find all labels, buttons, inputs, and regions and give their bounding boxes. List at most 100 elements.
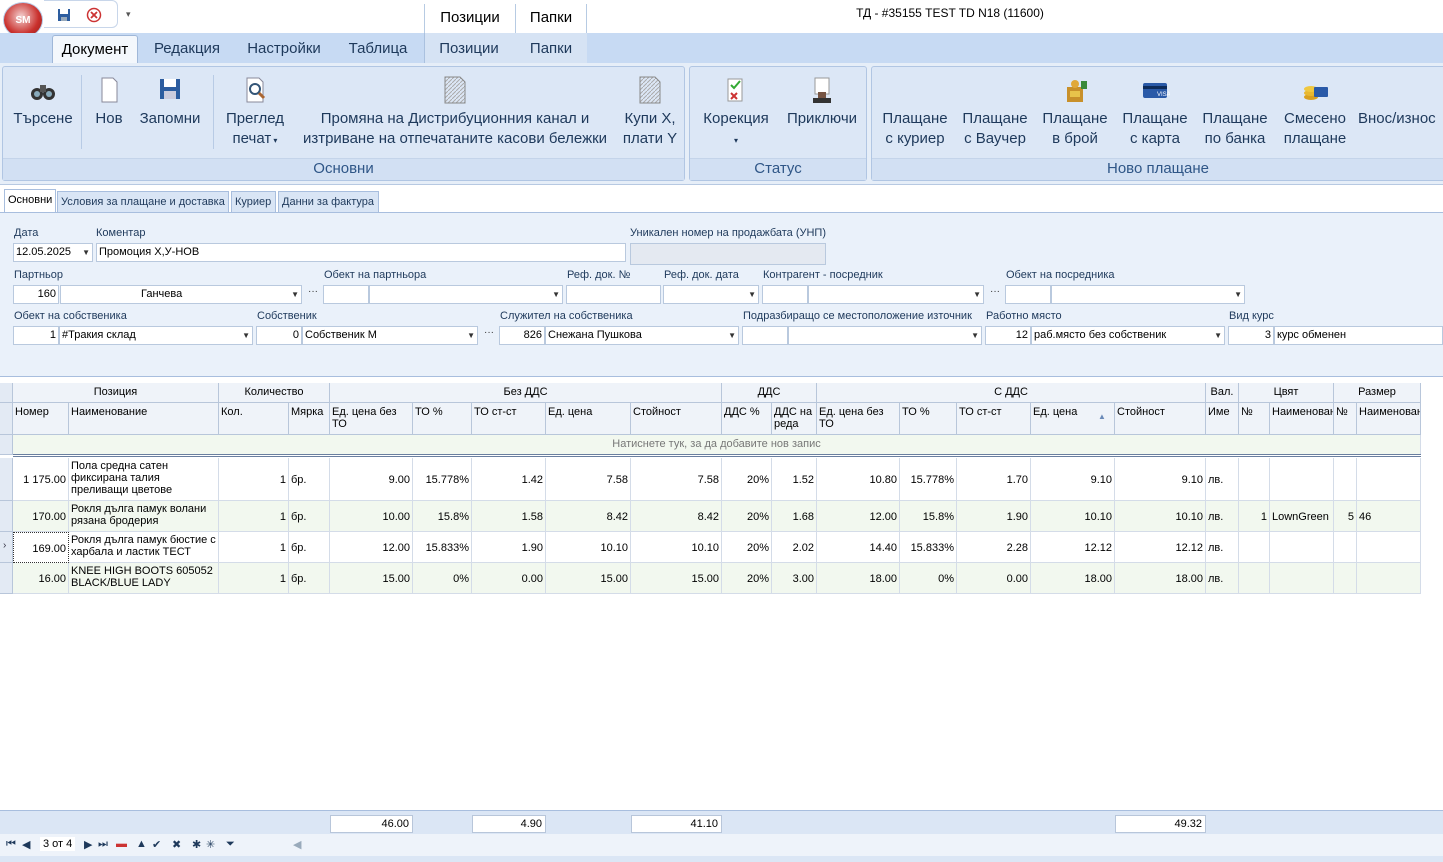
save-button[interactable]: Запомни — [135, 75, 205, 129]
cell-tocost2[interactable]: 1.70 — [957, 458, 1031, 501]
source-location-field[interactable]: ▼ — [788, 326, 982, 345]
cell-unitprice1[interactable]: 10.10 — [546, 532, 631, 563]
tab-folders[interactable]: Папки — [516, 35, 586, 63]
first-record-icon[interactable]: ⏮ — [6, 838, 16, 851]
cell-dds_pct[interactable]: 20% — [722, 501, 772, 532]
tab-positions[interactable]: Позиции — [426, 35, 512, 63]
cell-kol[interactable]: 1 — [219, 458, 289, 501]
cell-to2[interactable]: 15.8% — [900, 501, 957, 532]
source-location-code-field[interactable] — [742, 326, 788, 345]
cell-sname[interactable] — [1357, 458, 1421, 501]
cell-kol[interactable]: 1 — [219, 501, 289, 532]
cell-dds_unit[interactable]: 3.00 — [772, 563, 817, 594]
dropdown-arrow-icon[interactable]: ▼ — [748, 286, 756, 303]
partner-ellipsis-button[interactable]: ··· — [302, 285, 320, 304]
cell-price_nodisc[interactable]: 12.00 — [330, 532, 413, 563]
column-header-unitprice1[interactable]: Ед. цена — [546, 403, 631, 435]
pay-bank-button[interactable]: Плащане по банка — [1198, 75, 1272, 149]
cell-cnum[interactable] — [1239, 458, 1270, 501]
tab-settings[interactable]: Настройки — [238, 35, 330, 63]
column-header-unit[interactable]: Мярка — [289, 403, 330, 435]
cell-num[interactable]: 1 175.00 — [13, 458, 69, 501]
scroll-left-icon[interactable]: ◀ — [293, 838, 301, 851]
cell-sname[interactable] — [1357, 563, 1421, 594]
column-header-to2[interactable]: ТО % — [900, 403, 957, 435]
cell-snum[interactable] — [1334, 563, 1357, 594]
cell-unit[interactable]: бр. — [289, 458, 330, 501]
next-record-icon[interactable]: ▶ — [84, 838, 92, 851]
dropdown-arrow-icon[interactable]: ▼ — [82, 244, 90, 261]
cell-value1[interactable]: 8.42 — [631, 501, 722, 532]
cell-dds_pct[interactable]: 20% — [722, 532, 772, 563]
cell-sname[interactable]: 46 — [1357, 501, 1421, 532]
customize-qat-icon[interactable]: ▾ — [126, 9, 131, 20]
owner-object-field[interactable]: #Тракия склад ▼ — [59, 326, 253, 345]
cell-cur[interactable]: лв. — [1206, 563, 1239, 594]
subtab-payment-delivery[interactable]: Условия за плащане и доставка — [57, 191, 229, 213]
cell-tocost2[interactable]: 1.90 — [957, 501, 1031, 532]
cell-unit[interactable]: бр. — [289, 501, 330, 532]
cell-price_nodisc2[interactable]: 12.00 — [817, 501, 900, 532]
cell-num[interactable]: 169.00 — [13, 532, 69, 563]
dropdown-arrow-icon[interactable]: ▼ — [1234, 286, 1242, 303]
comment-field[interactable]: Промоция Х,У-НОВ — [96, 243, 626, 262]
pay-voucher-button[interactable]: Плащане с Ваучер — [958, 75, 1032, 149]
change-channel-button[interactable]: Промяна на Дистрибуционния канал и изтри… — [297, 75, 613, 149]
pay-card-button[interactable]: VISA Плащане с карта — [1118, 75, 1192, 149]
row-indicator[interactable] — [0, 501, 13, 532]
owner-code-field[interactable]: 0 — [256, 326, 302, 345]
cell-unitprice1[interactable]: 7.58 — [546, 458, 631, 501]
band-header-color[interactable]: Цвят — [1239, 383, 1334, 403]
cell-cur[interactable]: лв. — [1206, 458, 1239, 501]
cell-price_nodisc2[interactable]: 14.40 — [817, 532, 900, 563]
pay-cash-button[interactable]: Плащане в брой — [1038, 75, 1112, 149]
cell-kol[interactable]: 1 — [219, 532, 289, 563]
dropdown-arrow-icon[interactable]: ▼ — [973, 286, 981, 303]
cell-dds_pct[interactable]: 20% — [722, 458, 772, 501]
refresh-icon[interactable]: ✱ — [192, 838, 201, 851]
owner-ellipsis-button[interactable]: ··· — [478, 326, 496, 345]
save-icon[interactable] — [56, 7, 72, 23]
cell-value2[interactable]: 18.00 — [1115, 563, 1206, 594]
cell-cur[interactable]: лв. — [1206, 532, 1239, 563]
cell-to1[interactable]: 0% — [413, 563, 472, 594]
cell-unitprice1[interactable]: 8.42 — [546, 501, 631, 532]
buy-x-pay-y-button[interactable]: Купи Х, плати Y — [617, 75, 683, 149]
cash-inout-button[interactable]: Внос/износ — [1358, 75, 1443, 129]
close-icon[interactable] — [86, 7, 102, 23]
cell-num[interactable]: 170.00 — [13, 501, 69, 532]
cell-cname[interactable] — [1270, 532, 1334, 563]
intermediary-ellipsis-button[interactable]: ··· — [984, 285, 1002, 304]
column-header-value1[interactable]: Стойност — [631, 403, 722, 435]
dropdown-arrow-icon[interactable]: ▼ — [242, 327, 250, 344]
workplace-field[interactable]: раб.място без собственик ▼ — [1031, 326, 1225, 345]
column-header-sname[interactable]: Наименование — [1357, 403, 1421, 435]
cell-to1[interactable]: 15.833% — [413, 532, 472, 563]
column-header-tocost1[interactable]: ТО ст-ст — [472, 403, 546, 435]
cell-name[interactable]: Рокля дълга памук волани рязана бродерия — [69, 501, 219, 532]
band-header-withdds[interactable]: С ДДС — [817, 383, 1206, 403]
column-header-dds_unit[interactable]: ДДС на реда — [772, 403, 817, 435]
cell-price_nodisc2[interactable]: 18.00 — [817, 563, 900, 594]
delete-record-icon[interactable]: ▬ — [116, 838, 127, 850]
column-header-price_nodisc2[interactable]: Ед. цена без ТО — [817, 403, 900, 435]
cell-price_nodisc[interactable]: 10.00 — [330, 501, 413, 532]
rate-type-code-field[interactable]: 3 — [1228, 326, 1274, 345]
partner-object-code-field[interactable] — [323, 285, 369, 304]
partner-name-field[interactable]: Ганчева ▼ — [60, 285, 302, 304]
column-header-tocost2[interactable]: ТО ст-ст — [957, 403, 1031, 435]
band-header-pos[interactable]: Позиция — [13, 383, 219, 403]
column-header-cnum[interactable]: № — [1239, 403, 1270, 435]
band-header-dds[interactable]: ДДС — [722, 383, 817, 403]
cell-cname[interactable] — [1270, 563, 1334, 594]
search-button[interactable]: Търсене — [9, 75, 77, 129]
cell-value2[interactable]: 12.12 — [1115, 532, 1206, 563]
new-row-hint[interactable]: Натиснете тук, за да добавите нов запис — [13, 435, 1421, 455]
date-field[interactable]: 12.05.2025 ▼ — [13, 243, 93, 262]
cell-tocost1[interactable]: 0.00 — [472, 563, 546, 594]
pay-mixed-button[interactable]: Смесено плащане — [1278, 75, 1352, 149]
cell-num[interactable]: 16.00 — [13, 563, 69, 594]
cell-cnum[interactable] — [1239, 532, 1270, 563]
tab-document[interactable]: Документ — [52, 35, 138, 63]
column-header-dds_pct[interactable]: ДДС % — [722, 403, 772, 435]
